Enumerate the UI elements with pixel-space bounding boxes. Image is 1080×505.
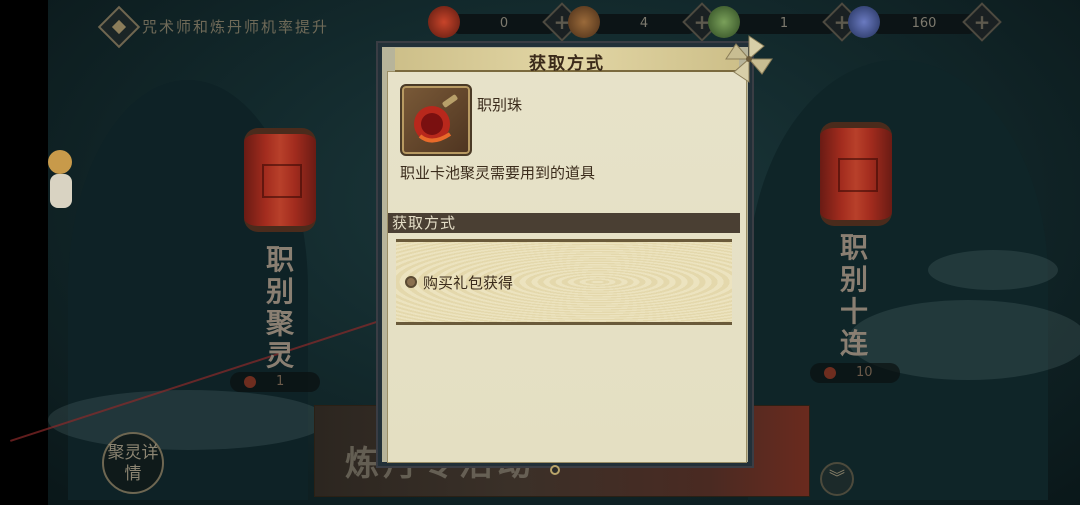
left-lantern[interactable] <box>244 128 316 232</box>
plus-icon: + <box>973 10 991 34</box>
item-description: 职业卡池聚灵需要用到的道具 <box>400 164 596 182</box>
resource-value: 160 <box>870 14 978 34</box>
left-lantern-label: 职别聚灵 <box>265 243 294 372</box>
resource-value: 4 <box>590 14 698 34</box>
pinwheel-close-icon[interactable] <box>724 34 774 84</box>
dialog-title-bar: 获取方式 <box>395 48 739 74</box>
crystal-icon <box>848 6 880 38</box>
right-lantern-cost: 10 <box>810 363 900 383</box>
quest-banner-text: 咒术师和炼丹师机率提升 <box>142 18 330 36</box>
summon-details-button[interactable]: 聚灵详情 <box>102 432 164 494</box>
item-name: 职别珠 <box>477 96 523 114</box>
dialog-title: 获取方式 <box>529 54 605 74</box>
right-lantern[interactable] <box>820 122 892 226</box>
resource-value: 1 <box>730 14 838 34</box>
right-lantern-label: 职别十连 <box>839 231 868 360</box>
bead-item-icon <box>414 94 458 143</box>
mascot-character[interactable] <box>48 150 74 212</box>
resource-value: 0 <box>450 14 558 34</box>
mascot-body <box>50 174 72 208</box>
red-orb-icon <box>428 6 460 38</box>
section-title: 获取方式 <box>392 214 457 232</box>
left-lantern-cost: 1 <box>230 372 320 392</box>
bullet-icon <box>405 276 417 288</box>
double-chevron-down-icon[interactable]: ︾ <box>820 462 854 496</box>
scroll-indicator <box>550 465 560 475</box>
chest-icon <box>568 6 600 38</box>
source-option-label[interactable]: 购买礼包获得 <box>423 272 513 293</box>
mascot-head <box>48 150 72 174</box>
item-icon-slot <box>400 84 472 156</box>
